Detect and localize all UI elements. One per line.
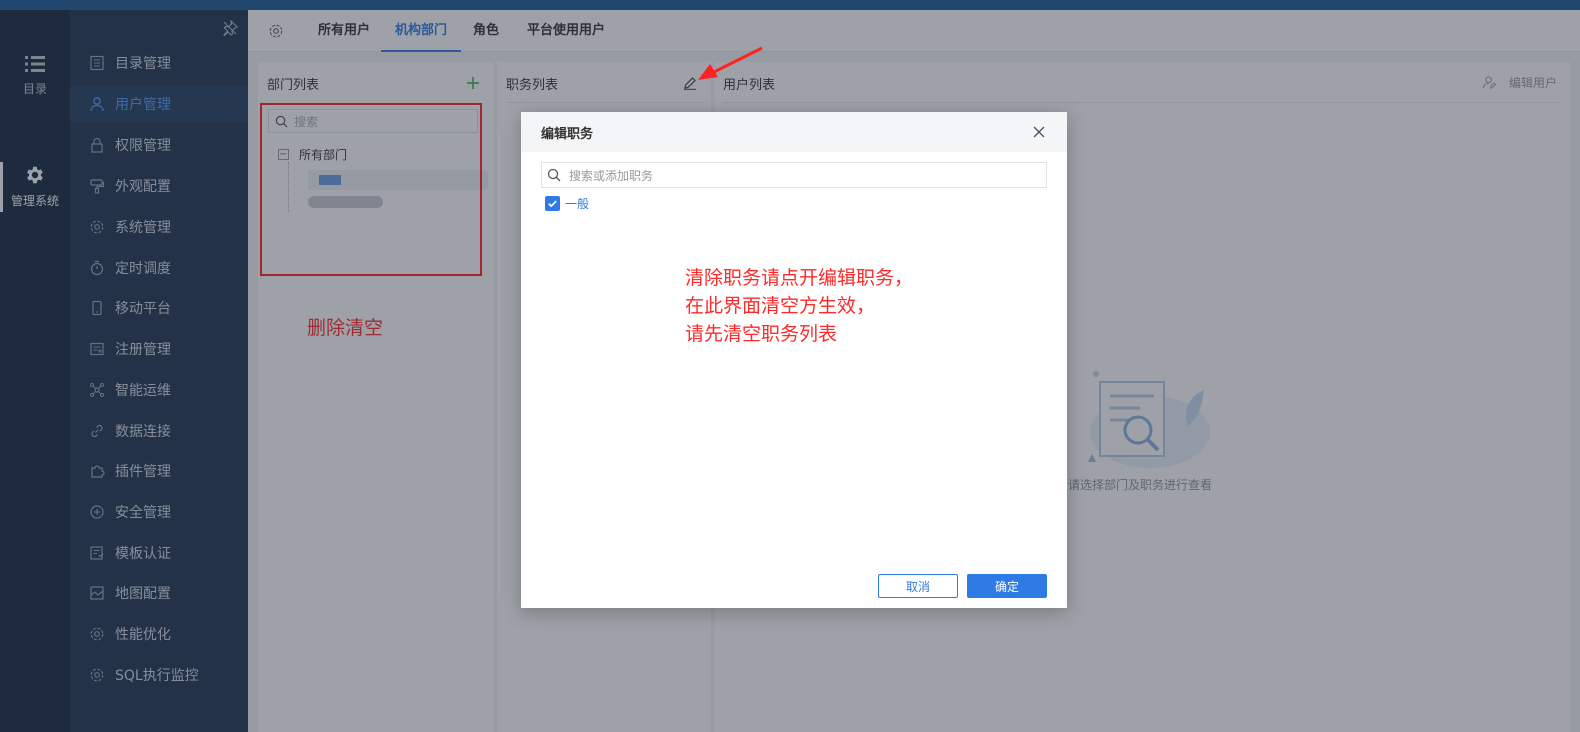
annotation-line: 在此界面清空方生效， — [685, 295, 876, 317]
edit-post-dialog: 编辑职务 搜索或添加职务 一般 清除职务请点开编辑职务， 在此界面清空方生效， … — [521, 112, 1067, 608]
close-icon[interactable] — [1031, 124, 1047, 140]
confirm-button[interactable]: 确定 — [967, 574, 1047, 598]
search-icon — [547, 168, 561, 182]
annotation-arrow — [698, 46, 763, 80]
post-search-input[interactable]: 搜索或添加职务 — [541, 162, 1047, 188]
annotation-center-note: 清除职务请点开编辑职务， 在此界面清空方生效， 请先清空职务列表 — [685, 264, 913, 348]
post-option-label: 一般 — [565, 197, 590, 211]
annotation-line: 清除职务请点开编辑职务， — [685, 267, 914, 289]
checkbox-checked[interactable] — [545, 196, 560, 211]
dialog-title: 编辑职务 — [541, 127, 594, 142]
check-icon — [548, 200, 557, 208]
annotation-line: 请先清空职务列表 — [685, 323, 838, 345]
post-option[interactable]: 一般 — [545, 195, 589, 212]
post-search-placeholder: 搜索或添加职务 — [569, 168, 654, 183]
cancel-button[interactable]: 取消 — [878, 574, 958, 598]
dialog-header: 编辑职务 — [521, 112, 1067, 152]
